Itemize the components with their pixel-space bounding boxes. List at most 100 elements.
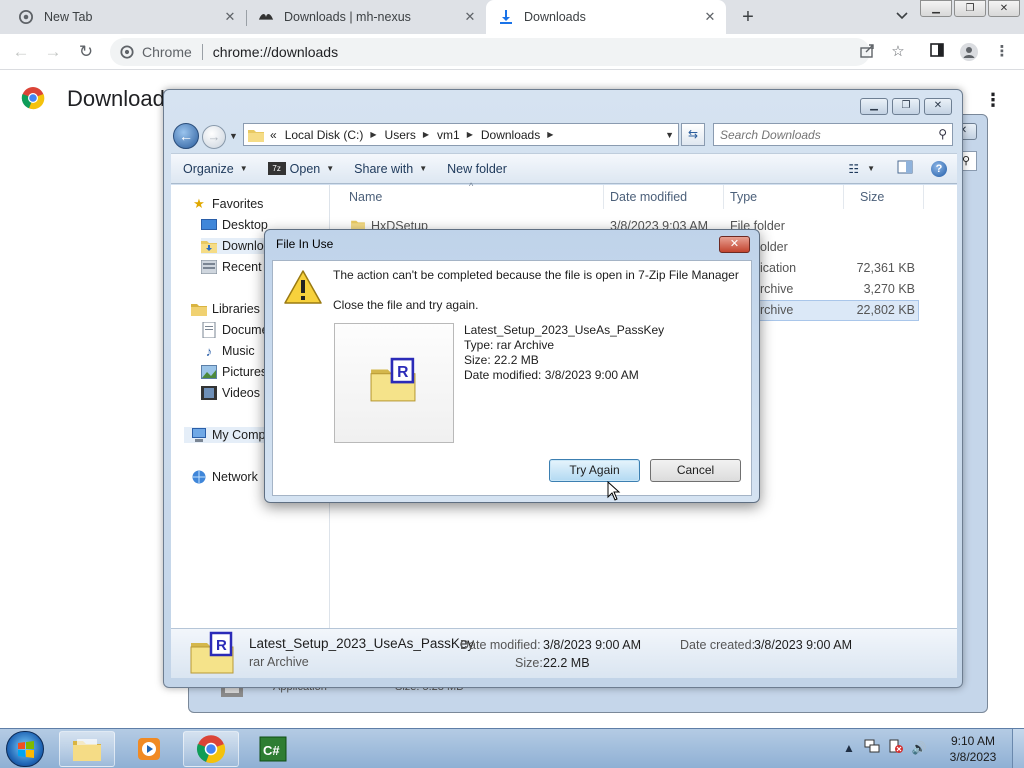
close-tab-icon[interactable]: ✕ <box>462 9 478 25</box>
windows-explorer-icon[interactable] <box>59 731 115 767</box>
maximize-icon[interactable]: ❐ <box>892 98 920 115</box>
nav-recent-places[interactable]: Recent P <box>201 259 273 275</box>
downloads-menu-icon[interactable]: ⋮ <box>984 90 1002 111</box>
chevron-right-icon[interactable]: ▶ <box>370 130 376 139</box>
tab-new-tab[interactable]: New Tab ✕ <box>0 0 246 34</box>
bookmark-star-icon[interactable]: ☆ <box>889 43 907 61</box>
forward-arrow-icon[interactable]: → <box>43 42 63 62</box>
column-header-size[interactable]: Size <box>844 185 924 209</box>
start-button[interactable] <box>6 731 44 767</box>
organize-label: Organize <box>183 161 234 176</box>
dialog-instruction: Close the file and try again. <box>333 298 479 312</box>
action-center-icon[interactable] <box>889 739 903 756</box>
close-icon[interactable]: ✕ <box>719 236 750 253</box>
restore-icon[interactable]: ❐ <box>954 0 986 17</box>
open-button[interactable]: 7z Open ▼ <box>267 162 334 176</box>
volume-icon[interactable]: 🔊 <box>912 741 927 755</box>
chrome-menu-icon[interactable]: ⋮ <box>993 43 1011 61</box>
search-icon[interactable]: ⚲ <box>938 127 947 141</box>
tab-downloads[interactable]: Downloads ✕ <box>486 0 726 34</box>
chrome-logo-icon <box>21 87 45 110</box>
file-thumbnail: R <box>334 323 454 443</box>
new-folder-button[interactable]: New folder <box>447 162 507 176</box>
tab-mh-nexus[interactable]: Downloads | mh-nexus ✕ <box>240 0 486 34</box>
share-with-button[interactable]: Share with ▼ <box>354 162 427 176</box>
nav-libraries[interactable]: Libraries <box>191 301 260 317</box>
close-icon[interactable]: ✕ <box>924 98 952 115</box>
breadcrumb-downloads[interactable]: Downloads ▶ <box>481 128 554 142</box>
nav-desktop[interactable]: Desktop <box>201 217 268 233</box>
preview-pane-icon[interactable] <box>897 160 913 177</box>
column-header-name[interactable]: Name <box>331 185 604 209</box>
show-desktop-button[interactable] <box>1012 729 1024 768</box>
details-size-label: Size: <box>515 656 543 670</box>
chevron-down-icon[interactable]: ▼ <box>867 164 875 173</box>
breadcrumb-users[interactable]: Users ▶ <box>385 128 430 142</box>
chevron-right-icon[interactable]: ▶ <box>467 130 473 139</box>
svg-text:R: R <box>216 637 227 654</box>
refresh-icon[interactable]: ⇆ <box>681 123 705 146</box>
column-header-type[interactable]: Type <box>724 185 844 209</box>
breadcrumb-vm1[interactable]: vm1 ▶ <box>437 128 473 142</box>
minimize-icon[interactable]: ▁ <box>860 98 888 115</box>
chevron-right-icon[interactable]: ▶ <box>547 130 553 139</box>
help-icon[interactable]: ? <box>931 160 947 177</box>
downloads-page-title: Download <box>67 86 165 111</box>
nav-pictures[interactable]: Pictures <box>201 364 267 380</box>
column-label: Name <box>349 190 383 204</box>
nav-favorites[interactable]: ★ Favorites <box>191 196 263 212</box>
side-panel-icon[interactable] <box>928 43 946 61</box>
breadcrumb-label: vm1 <box>437 127 460 142</box>
tab-search-icon[interactable] <box>896 9 914 27</box>
clock-date: 3/8/2023 <box>949 750 997 764</box>
chrome-icon[interactable] <box>183 731 239 767</box>
dialog-file-date: Date modified: 3/8/2023 9:00 AM <box>464 368 639 382</box>
network-status-icon[interactable] <box>864 739 880 756</box>
reload-icon[interactable]: ↻ <box>76 42 96 62</box>
nav-videos[interactable]: Videos <box>201 385 260 401</box>
omnibox[interactable]: Chrome chrome://downloads <box>110 38 870 66</box>
breadcrumb-label: Local Disk (C:) <box>284 127 364 142</box>
recent-pages-dropdown-icon[interactable]: ▼ <box>229 131 238 141</box>
search-input[interactable] <box>714 124 924 145</box>
close-icon[interactable]: ✕ <box>988 0 1020 17</box>
forward-arrow-icon[interactable]: → <box>202 125 226 149</box>
nav-label: Videos <box>222 386 260 400</box>
view-options-icon[interactable]: ☷ <box>848 162 859 176</box>
details-date-modified-label: Date modified: <box>460 638 541 652</box>
show-hidden-icons-icon[interactable]: ▲ <box>843 741 855 755</box>
computer-icon <box>191 427 207 443</box>
tab-title: Downloads <box>524 10 586 24</box>
address-bar[interactable]: « Local Disk (C:) ▶ Users ▶ vm1 ▶ Downloads… <box>243 123 679 146</box>
close-tab-icon[interactable]: ✕ <box>222 9 238 25</box>
column-header-date[interactable]: Date modified <box>604 185 724 209</box>
libraries-icon <box>191 301 207 317</box>
chrome-window-controls: ▁ ❐ ✕ <box>918 0 1020 17</box>
dialog-file-type: Type: rar Archive <box>464 338 555 352</box>
row-type: rchive <box>760 282 794 296</box>
nav-music[interactable]: ♪ Music <box>201 343 255 359</box>
profile-avatar-icon[interactable] <box>960 43 978 61</box>
organize-button[interactable]: Organize ▼ <box>183 162 248 176</box>
nav-documents[interactable]: Docume <box>201 322 269 338</box>
warning-icon <box>284 270 322 304</box>
address-dropdown-icon[interactable]: ▼ <box>665 130 674 140</box>
taskbar-clock[interactable]: 9:10 AM 3/8/2023 <box>940 733 1006 765</box>
share-icon[interactable] <box>858 43 876 61</box>
back-arrow-icon[interactable]: ← <box>173 123 199 149</box>
csharp-icon[interactable]: C# <box>245 731 301 767</box>
search-box[interactable]: ⚲ <box>713 123 953 146</box>
breadcrumb-local-disk[interactable]: Local Disk (C:) ▶ <box>285 128 377 142</box>
back-arrow-icon[interactable]: ← <box>11 42 31 62</box>
minimize-icon[interactable]: ▁ <box>920 0 952 17</box>
close-tab-icon[interactable]: ✕ <box>702 9 718 25</box>
nav-network[interactable]: Network <box>191 469 258 485</box>
try-again-button[interactable]: Try Again <box>549 459 640 482</box>
nav-downloads[interactable]: Downlo <box>201 238 264 254</box>
address-overflow[interactable]: « <box>270 128 277 142</box>
cancel-button[interactable]: Cancel <box>650 459 741 482</box>
chevron-right-icon[interactable]: ▶ <box>423 130 429 139</box>
column-label: Type <box>730 190 758 204</box>
media-player-icon[interactable] <box>121 731 177 767</box>
new-tab-button[interactable]: + <box>737 6 759 28</box>
